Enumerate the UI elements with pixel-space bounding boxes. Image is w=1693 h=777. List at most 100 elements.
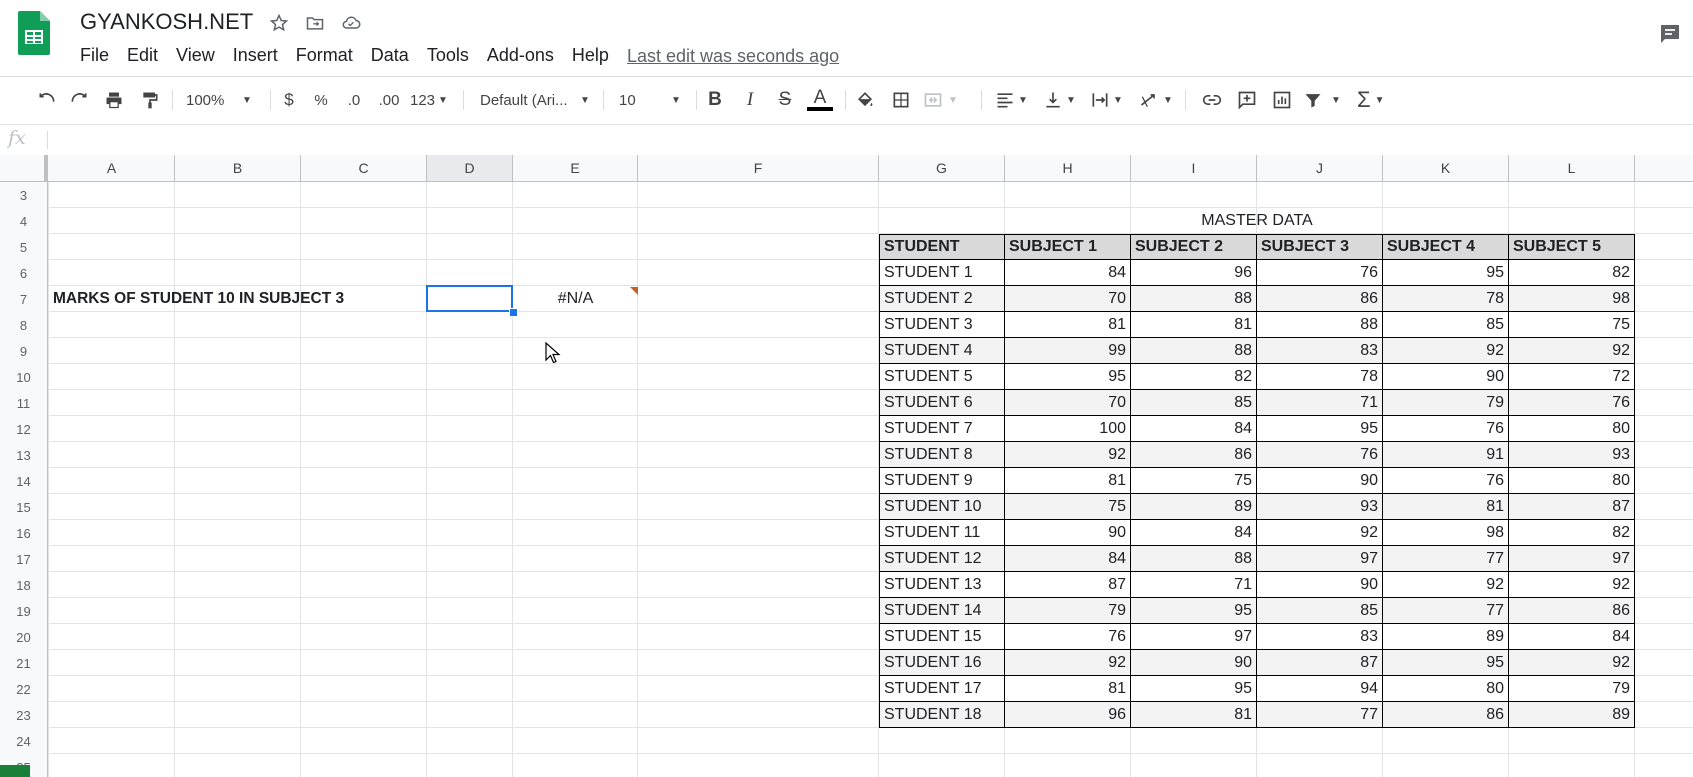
row-header-3[interactable]: 3 xyxy=(0,182,48,208)
mark-cell[interactable]: 75 xyxy=(1509,312,1635,338)
strikethrough-button[interactable]: S xyxy=(773,84,797,116)
mark-cell[interactable]: 77 xyxy=(1383,598,1509,624)
student-name-cell[interactable]: STUDENT 16 xyxy=(879,650,1005,676)
row-header-17[interactable]: 17 xyxy=(0,546,48,572)
mark-cell[interactable]: 84 xyxy=(1509,624,1635,650)
last-edit-link[interactable]: Last edit was seconds ago xyxy=(627,46,839,67)
column-header-d[interactable]: D xyxy=(427,155,513,181)
mark-cell[interactable]: 81 xyxy=(1383,494,1509,520)
row-header-9[interactable]: 9 xyxy=(0,338,48,364)
table-header-cell[interactable]: SUBJECT 4 xyxy=(1383,234,1509,260)
table-header-cell[interactable]: SUBJECT 5 xyxy=(1509,234,1635,260)
selected-cell-d7[interactable] xyxy=(426,285,513,312)
sheet-grid[interactable]: 345678910111213141516171819202122232425M… xyxy=(0,182,1693,777)
mark-cell[interactable]: 90 xyxy=(1257,572,1383,598)
student-name-cell[interactable]: STUDENT 9 xyxy=(879,468,1005,494)
formula-input[interactable] xyxy=(56,128,1660,152)
mark-cell[interactable]: 70 xyxy=(1005,286,1131,312)
student-name-cell[interactable]: STUDENT 8 xyxy=(879,442,1005,468)
mark-cell[interactable]: 75 xyxy=(1131,468,1257,494)
student-name-cell[interactable]: STUDENT 15 xyxy=(879,624,1005,650)
mark-cell[interactable]: 98 xyxy=(1509,286,1635,312)
mark-cell[interactable]: 76 xyxy=(1257,442,1383,468)
row-header-16[interactable]: 16 xyxy=(0,520,48,546)
mark-cell[interactable]: 99 xyxy=(1005,338,1131,364)
table-header-cell[interactable]: STUDENT xyxy=(879,234,1005,260)
percent-format-button[interactable]: % xyxy=(310,84,332,116)
mark-cell[interactable]: 96 xyxy=(1131,260,1257,286)
insert-chart-icon[interactable] xyxy=(1269,84,1295,116)
row-header-23[interactable]: 23 xyxy=(0,702,48,728)
row-header-22[interactable]: 22 xyxy=(0,676,48,702)
menu-item-tools[interactable]: Tools xyxy=(427,45,478,66)
student-name-cell[interactable]: STUDENT 11 xyxy=(879,520,1005,546)
column-header-a[interactable]: A xyxy=(49,155,175,181)
mark-cell[interactable]: 92 xyxy=(1509,572,1635,598)
mark-cell[interactable]: 89 xyxy=(1131,494,1257,520)
mark-cell[interactable]: 85 xyxy=(1383,312,1509,338)
mark-cell[interactable]: 79 xyxy=(1005,598,1131,624)
row-header-14[interactable]: 14 xyxy=(0,468,48,494)
column-header-c[interactable]: C xyxy=(301,155,427,181)
mark-cell[interactable]: 95 xyxy=(1257,416,1383,442)
row-header-10[interactable]: 10 xyxy=(0,364,48,390)
mark-cell[interactable]: 90 xyxy=(1257,468,1383,494)
increase-decimal-button[interactable]: .00 xyxy=(372,84,406,116)
student-name-cell[interactable]: STUDENT 3 xyxy=(879,312,1005,338)
font-family-select[interactable]: Default (Ari... ▼ xyxy=(480,84,594,116)
fill-handle[interactable] xyxy=(509,308,518,317)
mark-cell[interactable]: 81 xyxy=(1131,702,1257,728)
menu-item-insert[interactable]: Insert xyxy=(233,45,287,66)
mark-cell[interactable]: 83 xyxy=(1257,624,1383,650)
row-header-4[interactable]: 4 xyxy=(0,208,48,234)
mark-cell[interactable]: 77 xyxy=(1257,702,1383,728)
mark-cell[interactable]: 81 xyxy=(1005,312,1131,338)
mark-cell[interactable]: 75 xyxy=(1005,494,1131,520)
mark-cell[interactable]: 97 xyxy=(1257,546,1383,572)
mark-cell[interactable]: 84 xyxy=(1131,416,1257,442)
font-size-select[interactable]: 10 ▼ xyxy=(619,84,685,116)
mark-cell[interactable]: 88 xyxy=(1257,312,1383,338)
column-header-j[interactable]: J xyxy=(1257,155,1383,181)
mark-cell[interactable]: 84 xyxy=(1131,520,1257,546)
menu-item-view[interactable]: View xyxy=(176,45,224,66)
horizontal-align-icon[interactable]: ▼ xyxy=(995,84,1033,116)
redo-icon[interactable] xyxy=(66,84,92,116)
paint-format-icon[interactable] xyxy=(137,84,163,116)
select-all-corner[interactable] xyxy=(0,155,48,181)
text-wrap-icon[interactable]: ▼ xyxy=(1090,84,1130,116)
filter-icon[interactable]: ▼ xyxy=(1303,84,1343,116)
column-header-l[interactable]: L xyxy=(1509,155,1635,181)
mark-cell[interactable]: 80 xyxy=(1509,416,1635,442)
label-cell-a7[interactable]: MARKS OF STUDENT 10 IN SUBJECT 3 xyxy=(49,286,389,312)
master-data-title[interactable]: MASTER DATA xyxy=(879,208,1635,234)
mark-cell[interactable]: 84 xyxy=(1005,546,1131,572)
mark-cell[interactable]: 86 xyxy=(1509,598,1635,624)
mark-cell[interactable]: 82 xyxy=(1509,520,1635,546)
student-name-cell[interactable]: STUDENT 5 xyxy=(879,364,1005,390)
column-header-f[interactable]: F xyxy=(638,155,879,181)
mark-cell[interactable]: 93 xyxy=(1509,442,1635,468)
mark-cell[interactable]: 78 xyxy=(1383,286,1509,312)
row-header-13[interactable]: 13 xyxy=(0,442,48,468)
error-indicator[interactable] xyxy=(630,287,638,295)
mark-cell[interactable]: 86 xyxy=(1131,442,1257,468)
menu-item-add-ons[interactable]: Add-ons xyxy=(487,45,563,66)
mark-cell[interactable]: 76 xyxy=(1383,416,1509,442)
mark-cell[interactable]: 95 xyxy=(1383,260,1509,286)
mark-cell[interactable]: 76 xyxy=(1383,468,1509,494)
mark-cell[interactable]: 85 xyxy=(1257,598,1383,624)
row-header-18[interactable]: 18 xyxy=(0,572,48,598)
student-name-cell[interactable]: STUDENT 13 xyxy=(879,572,1005,598)
student-name-cell[interactable]: STUDENT 7 xyxy=(879,416,1005,442)
mark-cell[interactable]: 72 xyxy=(1509,364,1635,390)
mark-cell[interactable]: 87 xyxy=(1005,572,1131,598)
cloud-status-icon[interactable] xyxy=(340,12,362,34)
sheet-tab-indicator[interactable] xyxy=(0,765,30,777)
mark-cell[interactable]: 97 xyxy=(1131,624,1257,650)
zoom-select[interactable]: 100% ▼ xyxy=(186,84,252,116)
mark-cell[interactable]: 87 xyxy=(1257,650,1383,676)
mark-cell[interactable]: 89 xyxy=(1509,702,1635,728)
column-header-h[interactable]: H xyxy=(1005,155,1131,181)
row-header-12[interactable]: 12 xyxy=(0,416,48,442)
